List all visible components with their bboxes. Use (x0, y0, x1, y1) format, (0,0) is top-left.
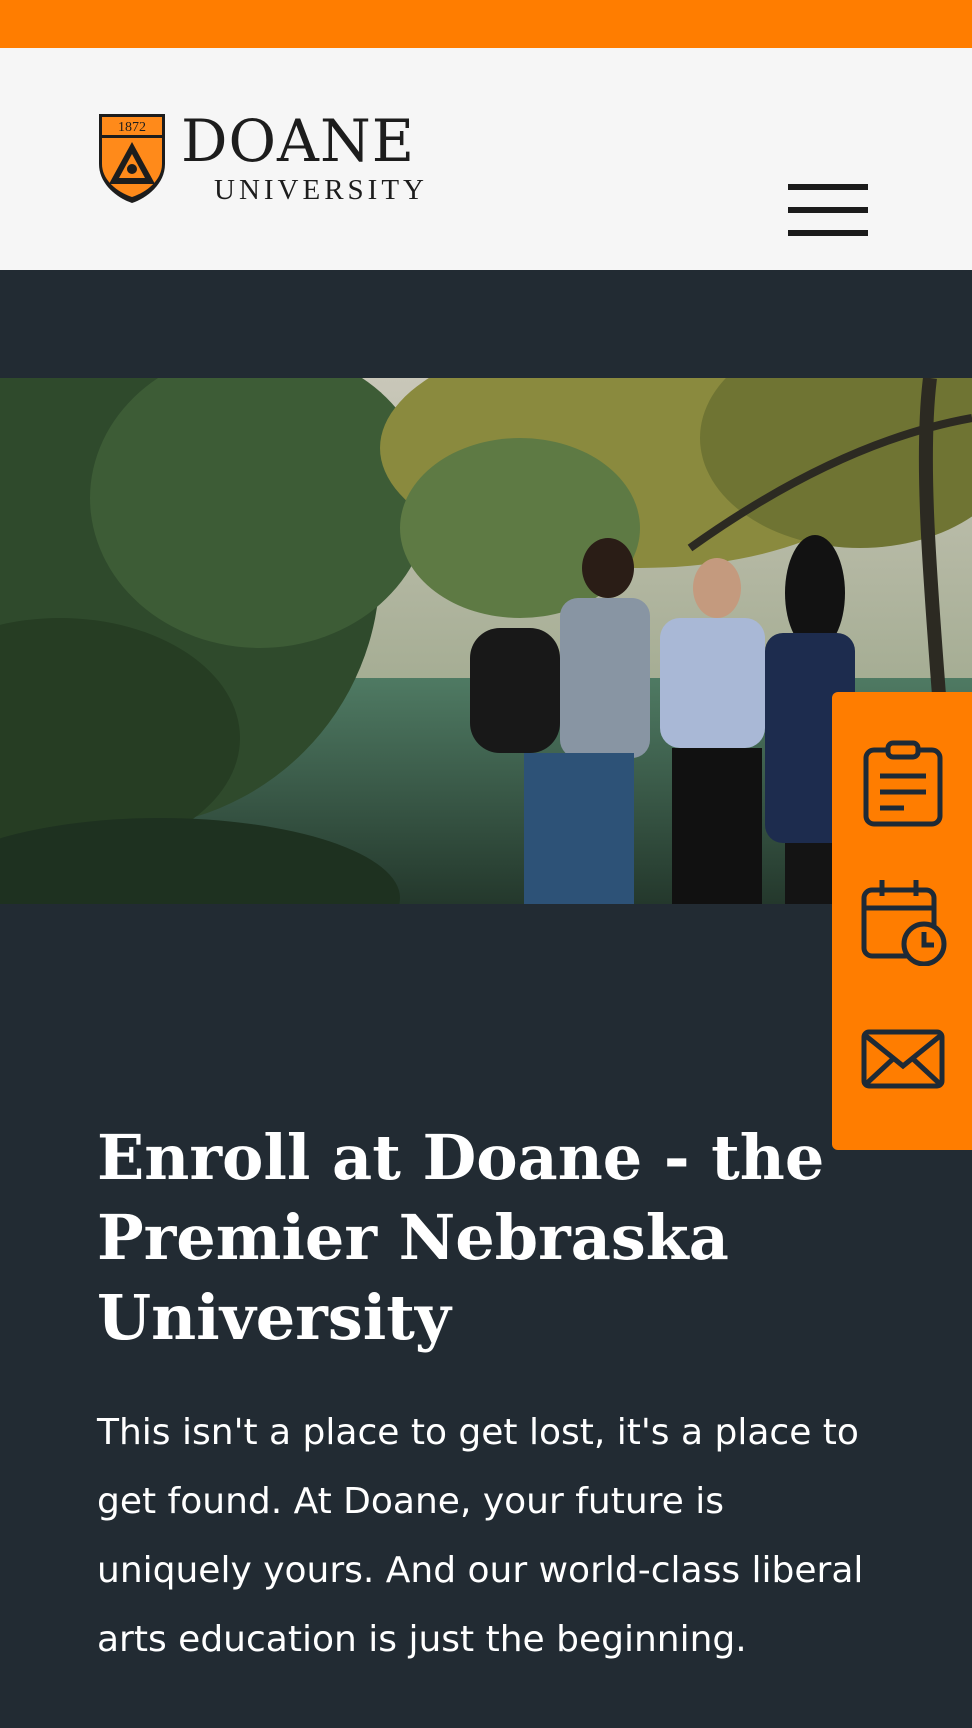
top-accent-bar (0, 0, 972, 48)
contact-button[interactable] (858, 1014, 948, 1104)
visit-button[interactable] (858, 876, 948, 966)
apply-button[interactable] (858, 740, 948, 830)
logo-subtitle: UNIVERSITY (214, 174, 428, 206)
calendar-clock-icon (861, 880, 947, 966)
site-header: 1872 DOANE UNIVERSITY (0, 48, 972, 270)
logo-wordmark: DOANE (181, 107, 416, 175)
clipboard-icon (863, 740, 943, 827)
envelope-icon (861, 1029, 945, 1089)
intro-paragraph: This isn't a place to get lost, it's a p… (97, 1412, 864, 1660)
hero-image (0, 378, 972, 904)
quick-actions-panel (832, 692, 972, 1150)
hamburger-menu-icon[interactable] (786, 184, 870, 240)
shield-crest-icon: 1872 (99, 114, 165, 203)
page-title: Enroll at Doane - the Premier Nebraska U… (97, 1121, 825, 1354)
svg-text:1872: 1872 (118, 120, 146, 135)
doane-university-logo[interactable]: 1872 DOANE UNIVERSITY (97, 107, 477, 208)
